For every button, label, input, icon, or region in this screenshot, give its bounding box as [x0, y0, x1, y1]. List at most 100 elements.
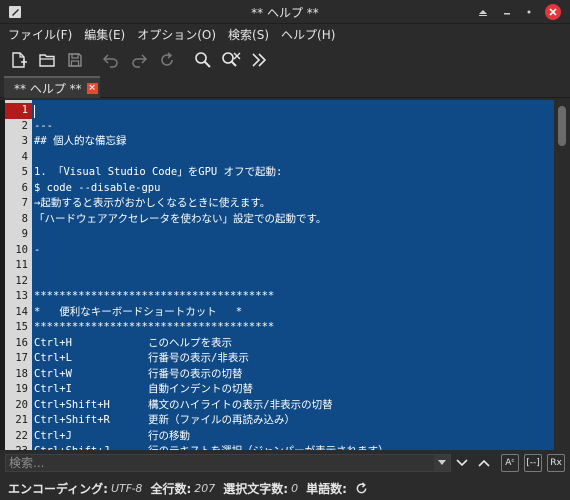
find-next-button[interactable]	[453, 454, 471, 472]
maximize-icon	[527, 10, 531, 14]
line-count-value: 207	[194, 481, 216, 495]
chevron-down-icon	[438, 460, 446, 465]
menu-help[interactable]: ヘルプ(H)	[281, 26, 335, 43]
regex-toggle[interactable]: Rx	[547, 454, 565, 472]
menu-edit[interactable]: 編集(E)	[84, 26, 125, 43]
shortcut-description: 行番号の表示の切替	[148, 367, 243, 380]
text-line: **************************************	[34, 290, 275, 302]
line-number: 1	[5, 103, 32, 119]
arrow-up-icon	[478, 459, 490, 467]
reload-icon	[161, 52, 173, 66]
line-number: 12	[15, 274, 28, 287]
shortcut-key: Ctrl+L	[34, 352, 72, 364]
line-number: 20	[15, 398, 28, 411]
line-number: 14	[15, 305, 28, 318]
close-icon	[549, 8, 557, 16]
line-number: 22	[15, 429, 28, 442]
text-line: $ code --disable-gpu	[34, 181, 161, 194]
close-button[interactable]	[545, 4, 561, 20]
tab-help[interactable]: ** ヘルプ ** ×	[4, 76, 100, 98]
arrow-down-icon	[456, 459, 468, 467]
shortcut-description: 行の移動	[148, 429, 190, 442]
encoding-label: エンコーディング:	[8, 481, 108, 496]
text-area[interactable]: --- ## 個人的な備忘録 1. 「Visual Studio Code」をGPU…	[32, 100, 554, 450]
maximize-button[interactable]	[521, 4, 537, 20]
whole-word-toggle[interactable]: [--]	[524, 454, 542, 472]
text-line: Ctrl+I 自動インデントの切替	[34, 382, 253, 398]
shortcut-description: 自動インデントの切替	[148, 383, 253, 395]
line-number: 16	[15, 336, 28, 349]
line-count-label: 全行数:	[150, 481, 192, 496]
menu-search[interactable]: 検索(S)	[228, 26, 269, 43]
search-input[interactable]	[5, 454, 451, 472]
menu-options[interactable]: オプション(O)	[137, 26, 216, 43]
tab-bar: ** ヘルプ ** ×	[0, 76, 570, 98]
line-number: 11	[15, 259, 28, 271]
save-icon	[68, 53, 82, 67]
regex-icon: Rx	[550, 458, 562, 468]
shade-button[interactable]	[475, 4, 491, 20]
jump-icon	[252, 53, 267, 67]
text-line: **************************************	[34, 321, 275, 333]
shortcut-key: Ctrl+H	[34, 336, 72, 349]
line-number: 5	[21, 166, 28, 178]
title-bar: ** ヘルプ **	[0, 0, 570, 24]
line-number: 7	[21, 197, 28, 209]
minimize-button[interactable]	[499, 4, 515, 20]
shortcut-description: 行番号の表示/非表示	[148, 352, 249, 364]
line-number: 15	[15, 321, 28, 333]
line-number: 6	[21, 181, 28, 194]
text-caret	[34, 105, 35, 118]
shortcut-key: Ctrl+W	[34, 367, 72, 380]
line-number: 4	[21, 150, 28, 163]
editor: 1234567891011121314151617181920212223 --…	[0, 100, 570, 457]
open-folder-icon	[39, 54, 55, 67]
jump-button[interactable]	[246, 47, 272, 73]
selected-chars-label: 選択文字数:	[223, 481, 289, 496]
text-line: 「ハードウェアアクセレータを使わない」設定での起動です。	[34, 212, 327, 225]
line-number: 9	[21, 228, 28, 240]
text-line: Ctrl+H このヘルプを表示	[34, 336, 232, 352]
shortcut-description: 構文のハイライトの表示/非表示の切替	[148, 398, 333, 411]
selected-chars-value: 0	[291, 481, 299, 495]
text-line: * 便利なキーボードショートカット *	[34, 305, 243, 318]
text-line: ---	[34, 119, 53, 132]
undo-button[interactable]	[98, 47, 124, 73]
encoding-value: UTF-8	[110, 481, 143, 495]
text-line: Ctrl+Shift+J行のテキストを選択（ジャンパーが表示されます）	[34, 444, 389, 450]
status-bar: エンコーディング: UTF-8 全行数: 207 選択文字数: 0 単語数:	[0, 476, 570, 500]
line-number: 13	[15, 290, 28, 302]
find-replace-button[interactable]	[218, 47, 244, 73]
word-count-refresh-button[interactable]	[355, 481, 368, 495]
text-line: Ctrl+L 行番号の表示/非表示	[34, 351, 249, 367]
reload-button[interactable]	[154, 47, 180, 73]
tab-label: ** ヘルプ **	[14, 81, 82, 96]
scrollbar-thumb[interactable]	[558, 106, 566, 146]
shortcut-key: Ctrl+Shift+J	[34, 444, 148, 450]
new-file-icon	[12, 52, 27, 68]
find-previous-button[interactable]	[475, 454, 493, 472]
undo-icon	[102, 54, 118, 68]
search-history-dropdown[interactable]	[434, 455, 450, 471]
text-line: Ctrl+Shift+H 構文のハイライトの表示/非表示の切替	[34, 398, 333, 414]
shortcut-description: 行のテキストを選択（ジャンパーが表示されます）	[148, 445, 389, 450]
shortcut-key: Ctrl+Shift+H	[34, 398, 110, 411]
search-button[interactable]	[190, 47, 216, 73]
text-line: →起動すると表示がおかしくなるときに使えます。	[34, 197, 271, 209]
save-button[interactable]	[62, 47, 88, 73]
vertical-scrollbar[interactable]	[554, 100, 570, 450]
match-case-icon: Aᶜ	[505, 458, 515, 468]
menu-file[interactable]: ファイル(F)	[8, 26, 72, 43]
tab-close-icon[interactable]: ×	[86, 82, 98, 94]
line-number-gutter: 1234567891011121314151617181920212223	[5, 100, 32, 457]
search-icon	[195, 52, 211, 68]
text-line: ## 個人的な備忘録	[34, 135, 127, 147]
shortcut-description: このヘルプを表示	[148, 336, 232, 349]
shade-icon	[479, 10, 487, 16]
shortcut-key: Ctrl+Shift+R	[34, 414, 110, 426]
open-folder-button[interactable]	[34, 47, 60, 73]
redo-button[interactable]	[126, 47, 152, 73]
line-number: 3	[21, 135, 28, 147]
new-file-button[interactable]	[6, 47, 32, 73]
match-case-toggle[interactable]: Aᶜ	[501, 454, 519, 472]
